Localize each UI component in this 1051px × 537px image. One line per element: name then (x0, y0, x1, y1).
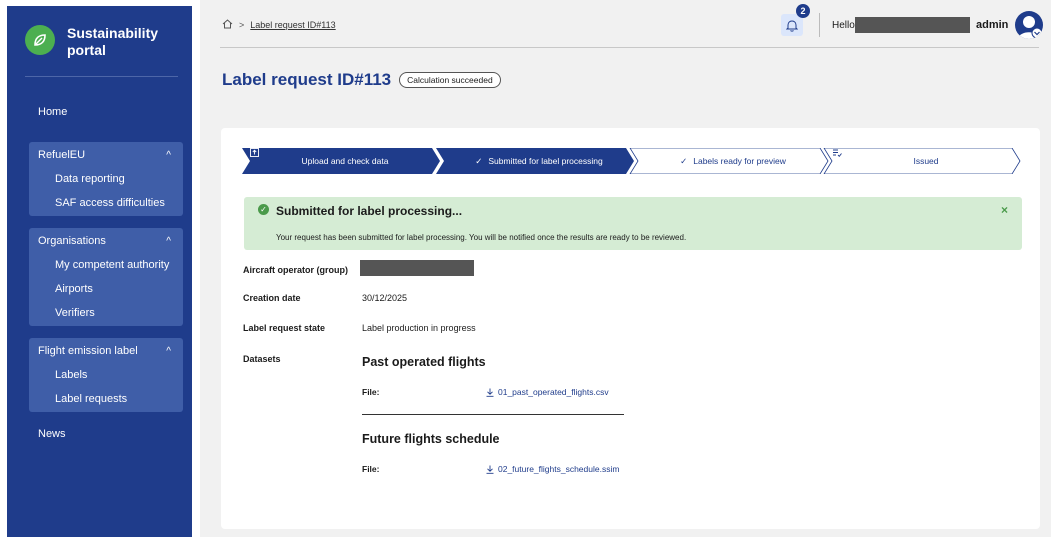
issued-icon (833, 149, 842, 157)
home-icon[interactable] (222, 19, 233, 31)
dataset-file-label: File: (362, 387, 380, 397)
topbar-separator (819, 13, 820, 37)
dataset-title: Past operated flights (362, 355, 486, 369)
download-icon (486, 388, 494, 397)
sidebar-group-label: RefuelEU (38, 149, 86, 161)
sidebar-group-label: Flight emission label (38, 345, 138, 357)
main-content: > Label request ID#113 2 Hello admin Lab… (200, 0, 1051, 537)
alert-message: Your request has been submitted for labe… (276, 233, 687, 242)
sidebar-group-header-refueleu[interactable]: RefuelEU ^ (29, 142, 183, 168)
step-label: Labels ready for preview (693, 156, 786, 166)
close-icon[interactable]: × (1001, 203, 1008, 217)
breadcrumb-current-link[interactable]: Label request ID#113 (250, 20, 335, 30)
sidebar-group-flight-emission-label: Flight emission label ^ Labels Label req… (29, 338, 183, 412)
chevron-up-icon: ^ (166, 149, 171, 161)
label-request-state-label: Label request state (243, 323, 326, 333)
dataset-file-name: 01_past_operated_flights.csv (498, 387, 609, 397)
page-title: Label request ID#113 (222, 70, 392, 89)
download-icon (486, 465, 494, 474)
sidebar-item-news[interactable]: News (38, 428, 66, 440)
dataset-title: Future flights schedule (362, 432, 500, 446)
user-avatar[interactable] (1015, 11, 1043, 39)
upload-icon (250, 148, 259, 157)
label-request-state-value: Label production in progress (362, 323, 476, 333)
topbar: > Label request ID#113 2 Hello admin (200, 0, 1051, 48)
greeting-text: Hello (832, 20, 855, 31)
step-upload-and-check-data: Upload and check data (250, 148, 440, 174)
notification-count-badge: 2 (796, 4, 810, 18)
sidebar-item-data-reporting[interactable]: Data reporting (29, 168, 183, 192)
dataset-download-link[interactable]: 02_future_flights_schedule.ssim (486, 464, 619, 474)
breadcrumb-separator: > (239, 20, 245, 30)
status-badge: Calculation succeeded (399, 72, 501, 88)
step-label: Upload and check data (301, 156, 389, 166)
page-header: Label request ID#113 Calculation succeed… (222, 70, 501, 90)
alert-title: Submitted for label processing... (276, 204, 463, 218)
dataset-divider (362, 414, 624, 415)
sidebar-item-label-requests[interactable]: Label requests (29, 388, 183, 412)
sidebar-item-verifiers[interactable]: Verifiers (29, 302, 183, 326)
sidebar: Sustainability portal Home RefuelEU ^ Da… (7, 6, 192, 537)
step-label: Issued (913, 156, 939, 166)
bell-icon (786, 19, 798, 32)
leaf-logo-icon (25, 25, 55, 55)
brand[interactable]: Sustainability portal (25, 25, 167, 59)
creation-date-value: 30/12/2025 (362, 293, 408, 303)
dataset-file-label: File: (362, 464, 380, 474)
step-submitted-for-label-processing: ✓ Submitted for label processing (444, 148, 634, 174)
brand-name: Sustainability portal (67, 25, 159, 58)
sidebar-item-saf-access-difficulties[interactable]: SAF access difficulties (29, 192, 183, 216)
chevron-up-icon: ^ (166, 345, 171, 357)
redacted-username (855, 17, 970, 33)
progress-stepper: Upload and check data ✓ Submitted for la… (242, 148, 1022, 174)
step-issued: Issued (832, 148, 1020, 174)
user-role: admin (976, 19, 1009, 31)
dataset-file-name: 02_future_flights_schedule.ssim (498, 464, 620, 474)
sidebar-group-header-flight-emission-label[interactable]: Flight emission label ^ (29, 338, 183, 364)
sidebar-item-airports[interactable]: Airports (29, 278, 183, 302)
topbar-divider (220, 47, 1039, 48)
sidebar-group-organisations: Organisations ^ My competent authority A… (29, 228, 183, 326)
sidebar-divider (25, 76, 178, 77)
step-labels-ready-for-preview: ✓ Labels ready for preview (638, 148, 828, 174)
check-circle-icon: ✓ (258, 204, 269, 215)
redacted-aircraft-operator (360, 260, 474, 276)
sidebar-item-my-competent-authority[interactable]: My competent authority (29, 254, 183, 278)
check-icon: ✓ (475, 155, 483, 166)
check-icon: ✓ (680, 155, 688, 166)
step-label: Submitted for label processing (488, 156, 603, 166)
aircraft-operator-label: Aircraft operator (group) (243, 265, 349, 275)
sidebar-group-refueleu: RefuelEU ^ Data reporting SAF access dif… (29, 142, 183, 216)
sidebar-item-labels[interactable]: Labels (29, 364, 183, 388)
chevron-up-icon: ^ (166, 235, 171, 247)
sidebar-group-header-organisations[interactable]: Organisations ^ (29, 228, 183, 254)
sidebar-item-home[interactable]: Home (38, 106, 67, 118)
datasets-label: Datasets (243, 354, 281, 364)
creation-date-label: Creation date (243, 293, 301, 303)
sidebar-group-label: Organisations (38, 235, 106, 247)
breadcrumb: > Label request ID#113 (222, 19, 336, 31)
label-request-card: Upload and check data ✓ Submitted for la… (221, 128, 1040, 529)
dataset-download-link[interactable]: 01_past_operated_flights.csv (486, 387, 609, 397)
success-alert: ✓ Submitted for label processing... Your… (244, 197, 1022, 250)
